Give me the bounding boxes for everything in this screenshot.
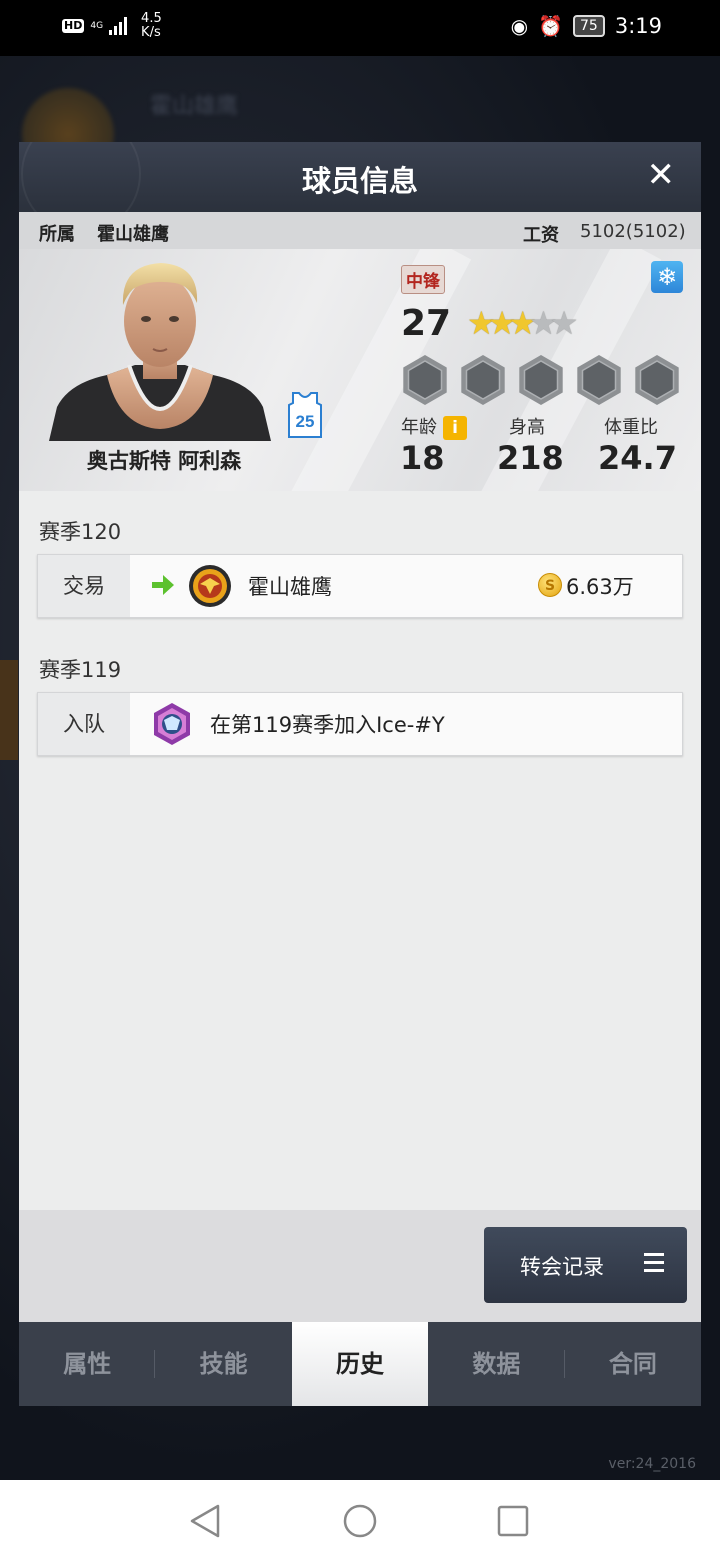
recent-apps-icon[interactable] bbox=[494, 1502, 532, 1540]
weight-ratio-value: 24.7 bbox=[598, 439, 677, 477]
season-heading: 赛季120 bbox=[39, 520, 122, 544]
arrow-right-icon bbox=[152, 575, 174, 595]
badge-slot-icon[interactable] bbox=[403, 355, 447, 405]
star-empty-icon: ★ bbox=[529, 304, 558, 342]
hd-badge: HD bbox=[62, 19, 85, 33]
tab-attributes[interactable]: 属性 bbox=[19, 1322, 156, 1406]
star-rating: ★★★★★ bbox=[467, 303, 579, 343]
coin-icon: S bbox=[538, 573, 562, 597]
tab-data[interactable]: 数据 bbox=[428, 1322, 566, 1406]
badge-slot-icon[interactable] bbox=[461, 355, 505, 405]
menu-icon bbox=[644, 1253, 664, 1273]
version-label: ver:24_2016 bbox=[608, 1456, 696, 1472]
salary-label: 工资 bbox=[523, 225, 559, 246]
home-icon[interactable] bbox=[341, 1502, 379, 1540]
event-description: 在第119赛季加入Ice-#Y bbox=[210, 713, 445, 737]
position-tag: 中锋 bbox=[401, 265, 445, 294]
background-team-title: 霍山雄鹰 bbox=[150, 94, 239, 119]
player-info-bar: 所属 霍山雄鹰 工资 5102(5102) bbox=[19, 212, 701, 249]
tab-contract[interactable]: 合同 bbox=[565, 1322, 701, 1406]
player-info-dialog: 球员信息 ✕ 所属 霍山雄鹰 工资 5102(5102) 奥古斯特 阿利森 25… bbox=[19, 142, 701, 1406]
clock: 3:19 bbox=[614, 14, 662, 38]
badge-slot-icon[interactable] bbox=[635, 355, 679, 405]
team-logo-ice bbox=[154, 703, 190, 745]
badge-slots bbox=[403, 355, 679, 405]
season-heading: 赛季119 bbox=[39, 658, 122, 682]
background-decoration bbox=[0, 660, 18, 760]
event-type: 交易 bbox=[38, 555, 130, 617]
jersey-icon: 25 bbox=[288, 392, 322, 438]
back-icon[interactable] bbox=[186, 1502, 224, 1540]
age-label: 年龄 i bbox=[401, 413, 467, 440]
age-value: 18 bbox=[400, 439, 445, 477]
signal-icon bbox=[109, 17, 128, 35]
player-name: 奥古斯特 阿利森 bbox=[86, 449, 242, 473]
team-label: 所属 bbox=[39, 224, 75, 245]
player-card: 奥古斯特 阿利森 25 中锋 ❄ 27 ★★★★★ 年龄 i 身高 体重比 18 … bbox=[19, 249, 701, 491]
transfer-fee: 6.63万 bbox=[566, 575, 634, 599]
dialog-title: 球员信息 bbox=[301, 164, 418, 198]
event-type: 入队 bbox=[38, 693, 130, 755]
network-type: 4G bbox=[90, 20, 104, 31]
badge-slot-icon[interactable] bbox=[577, 355, 621, 405]
badge-slot-icon[interactable] bbox=[519, 355, 563, 405]
event-team-name: 霍山雄鹰 bbox=[248, 575, 332, 599]
alarm-icon: ⏰ bbox=[538, 14, 563, 38]
status-bar: HD 4G 4.5 K/s ◉ ⏰ 75 3:19 bbox=[0, 0, 720, 56]
transfer-record-label: 转会记录 bbox=[520, 1255, 604, 1279]
action-area: 转会记录 bbox=[19, 1210, 701, 1322]
battery-indicator: 75 bbox=[573, 15, 605, 37]
salary-value: 5102(5102) bbox=[580, 221, 686, 242]
star-filled-icon: ★ bbox=[487, 304, 517, 342]
close-button[interactable]: ✕ bbox=[647, 156, 676, 194]
transfer-record-button[interactable]: 转会记录 bbox=[484, 1227, 687, 1303]
system-nav-bar bbox=[0, 1480, 720, 1560]
star-filled-icon: ★ bbox=[467, 304, 496, 342]
info-icon[interactable]: i bbox=[443, 416, 467, 440]
overall-rating: 27 bbox=[401, 303, 452, 344]
tab-bar: 属性 技能 历史 数据 合同 bbox=[19, 1322, 701, 1406]
height-value: 218 bbox=[497, 439, 564, 477]
team-name: 霍山雄鹰 bbox=[97, 224, 169, 245]
player-portrait bbox=[49, 263, 271, 441]
snowflake-icon[interactable]: ❄ bbox=[651, 261, 683, 293]
tab-skills[interactable]: 技能 bbox=[155, 1322, 291, 1406]
eye-icon: ◉ bbox=[510, 14, 529, 38]
tab-history[interactable]: 历史 bbox=[291, 1322, 429, 1406]
history-row-join[interactable]: 入队 在第119赛季加入Ice-#Y bbox=[37, 692, 683, 756]
dialog-header: 球员信息 ✕ bbox=[19, 142, 701, 234]
weight-ratio-label: 体重比 bbox=[604, 417, 658, 438]
team-logo-eagle bbox=[189, 565, 231, 607]
network-speed: 4.5 K/s bbox=[141, 11, 162, 40]
height-label: 身高 bbox=[509, 417, 545, 438]
jersey-number: 25 bbox=[296, 412, 315, 431]
star-filled-icon: ★ bbox=[508, 304, 537, 342]
star-empty-icon: ★ bbox=[549, 304, 579, 342]
history-row-trade[interactable]: 交易 霍山雄鹰 S 6.63万 bbox=[37, 554, 683, 618]
